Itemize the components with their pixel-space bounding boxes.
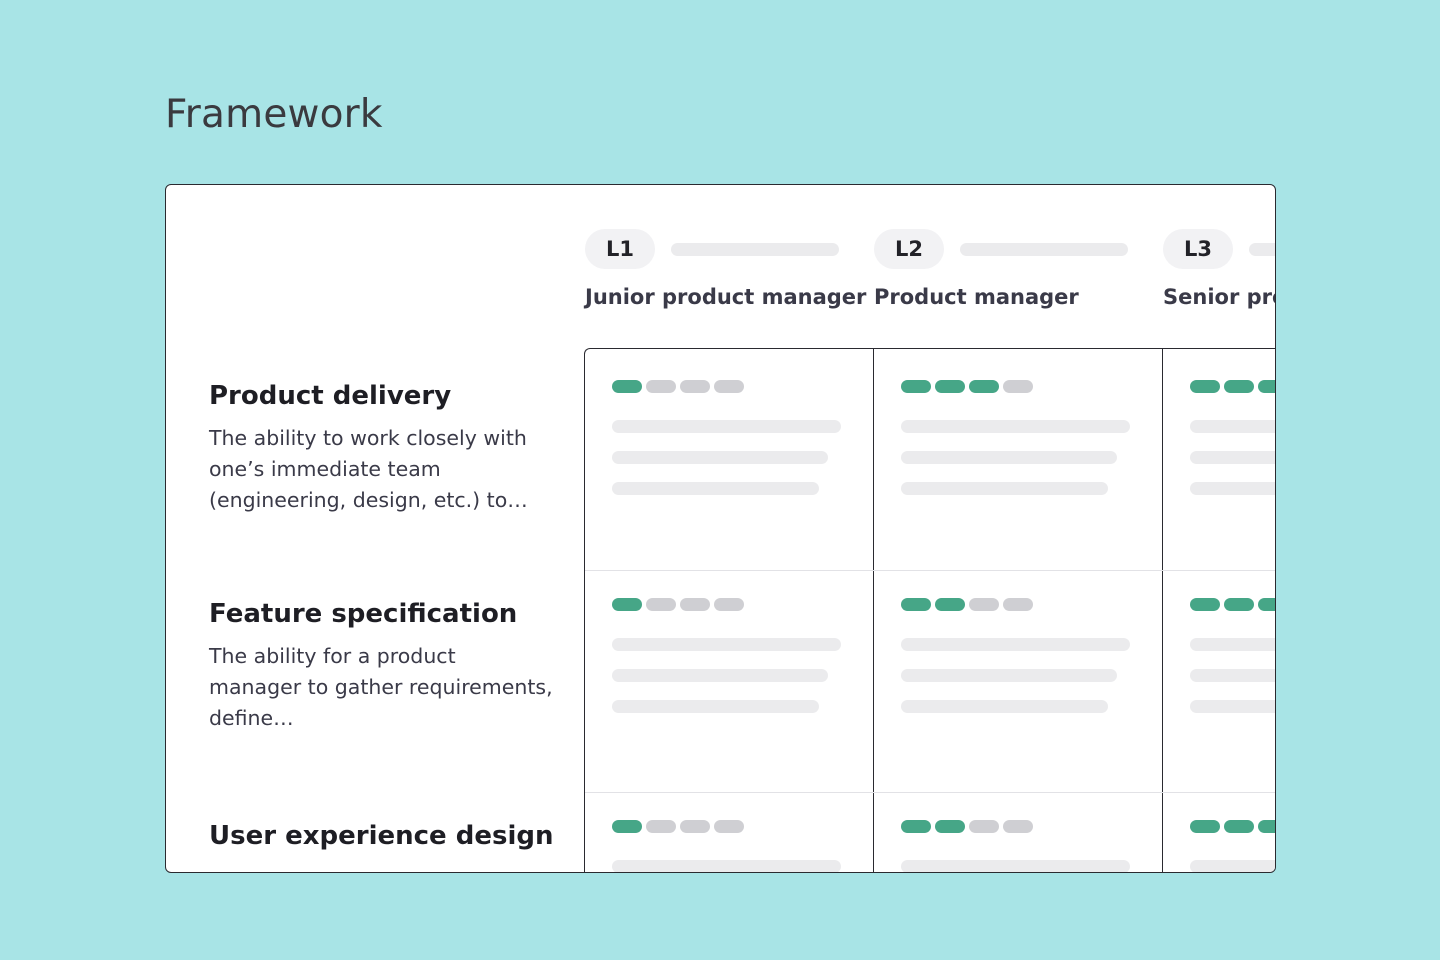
placeholder-bar xyxy=(960,243,1128,256)
page-title: Framework xyxy=(165,92,383,137)
rating-segment-filled xyxy=(935,380,965,393)
rating-segment-empty xyxy=(680,820,710,833)
placeholder-line xyxy=(901,700,1108,713)
competency-name: User experience design xyxy=(209,821,554,851)
level-rating xyxy=(612,380,744,393)
rating-segment-filled xyxy=(1190,820,1220,833)
row-divider xyxy=(585,570,1275,571)
rating-segment-filled xyxy=(1258,820,1275,833)
level-rating xyxy=(901,380,1033,393)
placeholder-line xyxy=(1190,700,1275,713)
competency-row-label[interactable]: User experience design xyxy=(209,821,554,851)
rating-segment-filled xyxy=(901,380,931,393)
placeholder-line xyxy=(1190,860,1275,872)
placeholder-line xyxy=(612,451,828,464)
role-title: Senior product manager xyxy=(1163,285,1275,309)
placeholder-line xyxy=(612,669,828,682)
role-title: Junior product manager xyxy=(585,285,867,309)
competency-name: Feature specification xyxy=(209,599,518,629)
rating-segment-filled xyxy=(612,380,642,393)
rating-segment-filled xyxy=(1258,380,1275,393)
level-rating xyxy=(1190,598,1275,611)
placeholder-bar xyxy=(1249,243,1275,256)
placeholder-line xyxy=(1190,420,1275,433)
placeholder-line xyxy=(1190,669,1275,682)
rating-segment-filled xyxy=(1190,598,1220,611)
rating-segment-empty xyxy=(646,598,676,611)
placeholder-line xyxy=(901,451,1117,464)
rating-segment-empty xyxy=(714,380,744,393)
placeholder-line xyxy=(901,482,1108,495)
rating-segment-empty xyxy=(646,380,676,393)
level-rating xyxy=(612,598,744,611)
rating-segment-empty xyxy=(1003,380,1033,393)
rating-segment-empty xyxy=(1003,598,1033,611)
placeholder-bar xyxy=(671,243,839,256)
role-title: Product manager xyxy=(874,285,1079,309)
placeholder-line xyxy=(901,669,1117,682)
level-rating xyxy=(901,598,1033,611)
rating-segment-filled xyxy=(1224,380,1254,393)
level-badge: L2 xyxy=(874,229,944,269)
column-divider xyxy=(873,348,874,872)
level-rating xyxy=(612,820,744,833)
rating-segment-filled xyxy=(935,820,965,833)
rating-segment-empty xyxy=(680,598,710,611)
rating-segment-empty xyxy=(714,598,744,611)
placeholder-line xyxy=(612,482,819,495)
framework-card: L1 Junior product manager L2 Product man… xyxy=(165,184,1276,873)
placeholder-line xyxy=(901,860,1130,872)
placeholder-line xyxy=(612,860,841,872)
rating-segment-filled xyxy=(1190,380,1220,393)
placeholder-line xyxy=(1190,638,1275,651)
rating-segment-filled xyxy=(901,598,931,611)
level-rating xyxy=(1190,380,1275,393)
placeholder-line xyxy=(612,700,819,713)
rating-segment-filled xyxy=(901,820,931,833)
competency-name: Product delivery xyxy=(209,381,452,411)
competency-row-label[interactable]: Product delivery The ability to work clo… xyxy=(209,381,554,516)
row-divider xyxy=(585,792,1275,793)
placeholder-line xyxy=(901,420,1130,433)
level-badge: L3 xyxy=(1163,229,1233,269)
rating-segment-filled xyxy=(969,380,999,393)
placeholder-line xyxy=(901,638,1130,651)
competency-description: The ability to work closely with one’s i… xyxy=(209,426,528,512)
placeholder-line xyxy=(612,638,841,651)
placeholder-line xyxy=(612,420,841,433)
rating-segment-empty xyxy=(646,820,676,833)
placeholder-line xyxy=(1190,451,1275,464)
rating-segment-filled xyxy=(935,598,965,611)
competency-description: The ability for a product manager to gat… xyxy=(209,644,553,730)
rating-segment-empty xyxy=(1003,820,1033,833)
level-badge: L1 xyxy=(585,229,655,269)
placeholder-line xyxy=(1190,482,1275,495)
rating-segment-empty xyxy=(714,820,744,833)
rating-segment-filled xyxy=(1224,598,1254,611)
rating-segment-filled xyxy=(1224,820,1254,833)
competency-row-label[interactable]: Feature specification The ability for a … xyxy=(209,599,554,734)
rating-segment-filled xyxy=(612,820,642,833)
rating-segment-filled xyxy=(1258,598,1275,611)
level-rating xyxy=(901,820,1033,833)
rating-segment-empty xyxy=(680,380,710,393)
rating-segment-empty xyxy=(969,598,999,611)
rating-segment-filled xyxy=(612,598,642,611)
column-divider xyxy=(1162,348,1163,872)
rating-segment-empty xyxy=(969,820,999,833)
level-rating xyxy=(1190,820,1275,833)
